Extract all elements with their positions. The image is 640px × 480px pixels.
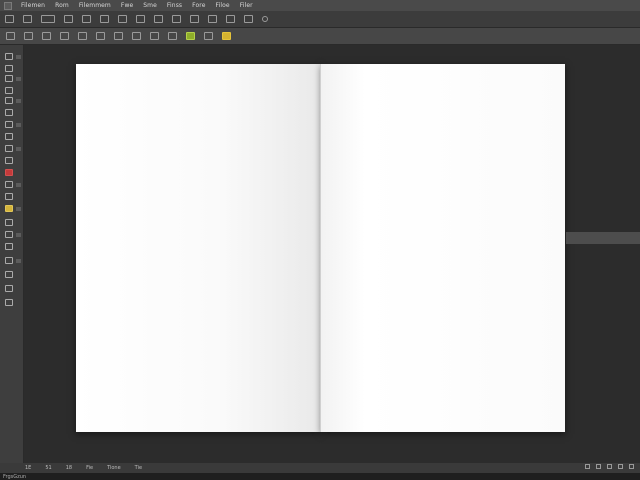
workspace-icon[interactable] xyxy=(262,16,268,22)
history-brush-tool-icon[interactable] xyxy=(5,157,13,164)
shape-tool-icon[interactable] xyxy=(5,257,13,264)
airbrush-icon[interactable] xyxy=(100,15,109,23)
path-select-tool-icon[interactable] xyxy=(5,243,13,250)
pressure-icon[interactable] xyxy=(136,15,145,23)
menu-item-3[interactable]: Filemmem xyxy=(74,2,116,9)
collapsed-panel[interactable] xyxy=(566,232,640,244)
menu-bar: Filemen Rom Filemmem Fwe Sme Finss Fore … xyxy=(0,0,640,11)
menu-item-2[interactable]: Rom xyxy=(50,2,74,9)
align-right-icon[interactable] xyxy=(42,32,51,40)
history-icon[interactable] xyxy=(226,15,235,23)
layers-icon[interactable] xyxy=(208,15,217,23)
crop-icon[interactable] xyxy=(114,32,123,40)
menu-item-6[interactable]: Finss xyxy=(162,2,187,9)
tools-panel xyxy=(0,45,24,464)
status-item-6: Tie xyxy=(134,465,143,471)
left-page[interactable] xyxy=(76,64,320,432)
green-status-icon[interactable] xyxy=(186,32,195,40)
opacity-icon[interactable] xyxy=(64,15,73,23)
tool-flyout-marker xyxy=(16,55,21,59)
dodge-tool-icon[interactable] xyxy=(5,205,13,212)
transform-icon[interactable] xyxy=(96,32,105,40)
hand-tool-icon[interactable] xyxy=(5,271,13,278)
pen-tool-icon[interactable] xyxy=(5,219,13,226)
tool-flyout-marker xyxy=(16,183,21,187)
type-tool-icon[interactable] xyxy=(5,231,13,238)
tool-flyout-marker xyxy=(16,77,21,81)
status-item-3: 18 xyxy=(65,465,73,471)
app-logo-icon xyxy=(4,1,12,10)
gradient-tool-icon[interactable] xyxy=(5,193,13,200)
menu-item-1[interactable]: Filemen xyxy=(16,2,50,9)
crop-tool-icon[interactable] xyxy=(5,97,13,104)
view-icon[interactable] xyxy=(585,464,590,469)
align-left-icon[interactable] xyxy=(6,32,15,40)
tool-preset-icon[interactable] xyxy=(5,15,14,23)
flow-icon[interactable] xyxy=(82,15,91,23)
taskbar-label[interactable]: FrgsGzun xyxy=(3,474,26,480)
clone-tool-icon[interactable] xyxy=(5,145,13,152)
menu-item-8[interactable]: Filoe xyxy=(211,2,235,9)
brush-tool-icon[interactable] xyxy=(5,133,13,140)
rulers-icon[interactable] xyxy=(607,464,612,469)
foreground-color-icon[interactable] xyxy=(5,299,13,306)
book-spine xyxy=(320,64,321,432)
marquee-tool-icon[interactable] xyxy=(5,65,13,72)
highlight-icon[interactable] xyxy=(222,32,231,40)
right-page[interactable] xyxy=(321,64,565,432)
eyedropper-tool-icon[interactable] xyxy=(5,109,13,116)
brush-size-icon[interactable] xyxy=(23,15,32,23)
arrange-icon[interactable] xyxy=(78,32,87,40)
secondary-toolbar xyxy=(0,28,640,45)
fit-icon[interactable] xyxy=(629,464,634,469)
taskbar: FrgsGzun xyxy=(0,473,640,480)
zoom-icon[interactable] xyxy=(132,32,141,40)
quick-select-tool-icon[interactable] xyxy=(5,87,13,94)
mode-dropdown-icon[interactable] xyxy=(41,15,55,23)
align-center-icon[interactable] xyxy=(24,32,33,40)
smoothing-icon[interactable] xyxy=(118,15,127,23)
screen-mode-icon[interactable] xyxy=(618,464,623,469)
tool-flyout-marker xyxy=(16,123,21,127)
status-item-4: Fie xyxy=(86,465,94,471)
status-item-2: 51 xyxy=(45,465,52,471)
options-toolbar xyxy=(0,11,640,28)
menu-item-4[interactable]: Fwe xyxy=(116,2,138,9)
status-controls xyxy=(585,464,634,469)
angle-icon[interactable] xyxy=(172,15,181,23)
swatches-icon[interactable] xyxy=(244,15,253,23)
status-bar: 1E 51 18 Fie Tione Tie xyxy=(0,463,640,473)
tool-flyout-marker xyxy=(16,259,21,263)
red-brush-tool-icon[interactable] xyxy=(5,169,13,176)
grid-toggle-icon[interactable] xyxy=(596,464,601,469)
status-item-1: 1E xyxy=(25,465,32,471)
zoom-tool-icon[interactable] xyxy=(5,285,13,292)
tool-flyout-marker xyxy=(16,147,21,151)
menu-item-9[interactable]: Filer xyxy=(235,2,258,9)
tool-flyout-marker xyxy=(16,233,21,237)
mask-icon[interactable] xyxy=(204,32,213,40)
grid-icon[interactable] xyxy=(150,32,159,40)
fill-icon[interactable] xyxy=(168,32,177,40)
tool-flyout-marker xyxy=(16,99,21,103)
menu-item-5[interactable]: Sme xyxy=(138,2,162,9)
move-tool-icon[interactable] xyxy=(5,53,13,60)
menu-item-7[interactable]: Fore xyxy=(187,2,210,9)
status-item-5: Tione xyxy=(107,465,121,471)
eraser-tool-icon[interactable] xyxy=(5,181,13,188)
settings-icon[interactable] xyxy=(190,15,199,23)
healing-tool-icon[interactable] xyxy=(5,121,13,128)
symmetry-icon[interactable] xyxy=(154,15,163,23)
distribute-icon[interactable] xyxy=(60,32,69,40)
lasso-tool-icon[interactable] xyxy=(5,75,13,82)
tool-flyout-marker xyxy=(16,207,21,211)
